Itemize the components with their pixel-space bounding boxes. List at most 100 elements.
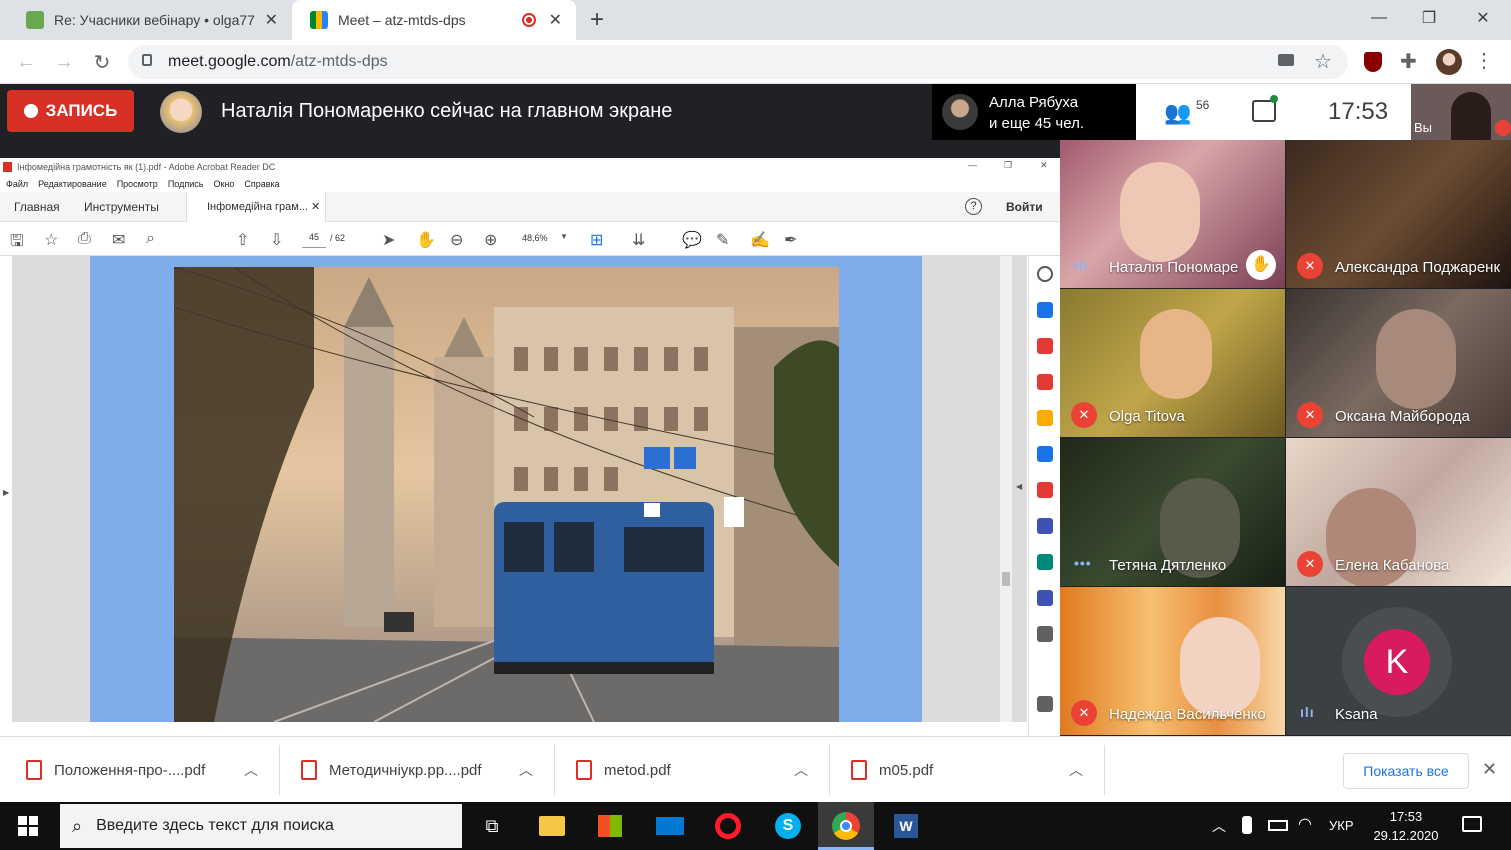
minimize-button[interactable]: — xyxy=(1352,0,1406,36)
print-icon[interactable]: ⎙ xyxy=(78,230,91,248)
system-clock[interactable]: 17:53 29.12.2020 xyxy=(1366,807,1446,845)
download-item[interactable]: Методичніукр.рр....pdf ︿ xyxy=(301,737,551,803)
fit-page-icon[interactable]: ⊞ xyxy=(590,230,603,250)
self-view-tile[interactable]: Вы xyxy=(1411,84,1511,140)
search-doc-icon[interactable]: ⌕ xyxy=(146,230,155,248)
show-all-downloads-button[interactable]: Показать все xyxy=(1343,753,1469,789)
close-window-button[interactable]: ✕ xyxy=(1456,0,1510,36)
signin-button[interactable]: Войти xyxy=(1006,200,1043,214)
participant-tile[interactable]: ılı Наталія Пономаренко ✋ xyxy=(1060,140,1285,288)
download-item[interactable]: metod.pdf ︿ xyxy=(576,737,826,803)
task-view-icon[interactable]: ⧉ xyxy=(476,810,508,842)
ublock-extension-icon[interactable] xyxy=(1364,52,1382,72)
scan-icon[interactable] xyxy=(1037,554,1053,570)
tab-document[interactable]: Інфомедійна грам... ✕ xyxy=(186,192,326,222)
participants-button[interactable]: 👥 56 xyxy=(1164,98,1216,128)
zoom-dropdown-icon[interactable]: ▼ xyxy=(560,232,568,241)
wifi-icon[interactable]: ◠ xyxy=(1298,814,1312,834)
participant-tile[interactable]: ••• Тетяна Дятленко xyxy=(1060,438,1285,586)
comment-tool-icon[interactable] xyxy=(1037,410,1053,426)
back-button[interactable]: ← xyxy=(12,48,40,76)
store-icon[interactable] xyxy=(594,810,626,842)
menu-help[interactable]: Справка xyxy=(244,179,279,189)
menu-window[interactable]: Окно xyxy=(213,179,234,189)
file-explorer-icon[interactable] xyxy=(536,810,568,842)
participant-tile[interactable]: ✕ Надежда Васильченко xyxy=(1060,587,1285,735)
participant-tile[interactable]: ✕ Olga Titova xyxy=(1060,289,1285,437)
select-cursor-icon[interactable]: ➤ xyxy=(382,230,395,250)
doc-scroll-thumb[interactable] xyxy=(1002,572,1010,586)
bookmark-star-icon[interactable]: ☆ xyxy=(1314,49,1332,74)
download-item[interactable]: m05.pdf ︿ xyxy=(851,737,1101,803)
download-item[interactable]: Положення-про-....pdf ︿ xyxy=(26,737,276,803)
sign-icon[interactable]: ✒ xyxy=(784,230,797,250)
opera-icon[interactable] xyxy=(712,810,744,842)
collapse-pane-icon[interactable] xyxy=(1037,696,1053,712)
next-page-icon[interactable]: ⇩ xyxy=(270,230,283,250)
download-options-icon[interactable]: ︿ xyxy=(1069,760,1083,780)
word-icon[interactable]: W xyxy=(890,810,922,842)
zoom-in-icon[interactable]: ⊕ xyxy=(484,230,497,250)
zoom-tool-icon[interactable] xyxy=(1037,266,1053,282)
participant-tile[interactable]: ✕ Александра Поджаренко xyxy=(1286,140,1511,288)
doc-scrollbar[interactable] xyxy=(1000,256,1012,722)
export-pdf-icon[interactable] xyxy=(1037,374,1053,390)
chat-icon[interactable] xyxy=(1252,95,1278,122)
reload-button[interactable]: ↻ xyxy=(88,48,116,76)
acrobat-restore-icon[interactable]: ❐ xyxy=(1004,160,1012,171)
address-bar[interactable]: meet.google.com/atz-mtds-dps ☆ xyxy=(128,45,1348,79)
acrobat-close-icon[interactable]: ✕ xyxy=(1040,160,1048,171)
zoom-level[interactable]: 48,6% xyxy=(522,233,548,243)
fill-sign-icon[interactable] xyxy=(1037,482,1053,498)
keyboard-language[interactable]: УКР xyxy=(1329,818,1354,833)
hand-tool-icon[interactable]: ✋ xyxy=(416,230,436,250)
save-icon[interactable]: 🖫 xyxy=(10,230,24,257)
email-icon[interactable]: ✉ xyxy=(112,230,125,250)
usb-device-icon[interactable] xyxy=(1242,816,1252,834)
scroll-mode-icon[interactable]: ⇊ xyxy=(632,230,645,250)
forward-button[interactable]: → xyxy=(50,48,78,76)
download-options-icon[interactable]: ︿ xyxy=(794,760,808,780)
close-doc-tab-icon[interactable]: ✕ xyxy=(311,200,320,213)
profile-avatar[interactable] xyxy=(1436,49,1462,75)
new-tab-button[interactable]: + xyxy=(590,6,604,34)
browser-tab-meet[interactable]: Meet – atz-mtds-dps ✕ xyxy=(292,0,576,40)
signature-tool-icon[interactable] xyxy=(1037,590,1053,606)
download-options-icon[interactable]: ︿ xyxy=(244,760,258,780)
compare-icon[interactable] xyxy=(1037,446,1053,462)
camera-icon[interactable] xyxy=(1278,54,1294,66)
bookmark-icon[interactable]: ☆ xyxy=(44,230,58,250)
tab-home[interactable]: Главная xyxy=(14,200,60,214)
acrobat-minimize-icon[interactable]: — xyxy=(968,160,977,170)
browser-tab-mail[interactable]: Re: Учасники вебінару • olga77 ✕ xyxy=(8,0,292,40)
download-options-icon[interactable]: ︿ xyxy=(519,760,533,780)
windows-start-button[interactable] xyxy=(12,810,44,842)
menu-view[interactable]: Просмотр xyxy=(117,179,158,189)
right-pane-toggle-icon[interactable]: ◀ xyxy=(1016,482,1022,491)
draw-icon[interactable]: ✍ xyxy=(750,230,770,250)
highlight-icon[interactable]: ✎ xyxy=(716,230,729,250)
chrome-menu-icon[interactable]: ⋮ xyxy=(1474,48,1494,73)
help-icon[interactable]: ? xyxy=(965,198,982,215)
protect-icon[interactable] xyxy=(1037,518,1053,534)
extensions-puzzle-icon[interactable]: ✚ xyxy=(1400,49,1417,74)
tray-overflow-icon[interactable]: ︿ xyxy=(1212,816,1226,836)
taskbar-search-box[interactable]: ⌕ Введите здесь текст для поиска xyxy=(60,804,462,848)
participant-joined-notice[interactable]: Алла Рябуха и еще 45 чел. xyxy=(932,84,1136,140)
zoom-out-icon[interactable]: ⊖ xyxy=(450,230,463,250)
page-number-input[interactable]: 45 xyxy=(302,232,326,248)
mail-app-icon[interactable] xyxy=(654,810,686,842)
participant-tile[interactable]: ✕ Оксана Майборода xyxy=(1286,289,1511,437)
maximize-button[interactable]: ❐ xyxy=(1402,0,1456,36)
battery-icon[interactable] xyxy=(1268,820,1288,831)
menu-edit[interactable]: Редактирование xyxy=(38,179,107,189)
participant-tile[interactable]: K ılı Ksana xyxy=(1286,587,1511,735)
skype-icon[interactable]: S xyxy=(772,810,804,842)
notifications-icon[interactable] xyxy=(1462,816,1482,832)
prev-page-icon[interactable]: ⇧ xyxy=(236,230,249,250)
left-pane-toggle-icon[interactable]: ▶ xyxy=(3,488,9,497)
create-pdf-icon[interactable] xyxy=(1037,302,1053,318)
recording-badge[interactable]: ЗАПИСЬ xyxy=(7,90,134,132)
close-tab-icon[interactable]: ✕ xyxy=(265,10,278,30)
menu-file[interactable]: Файл xyxy=(6,179,28,189)
